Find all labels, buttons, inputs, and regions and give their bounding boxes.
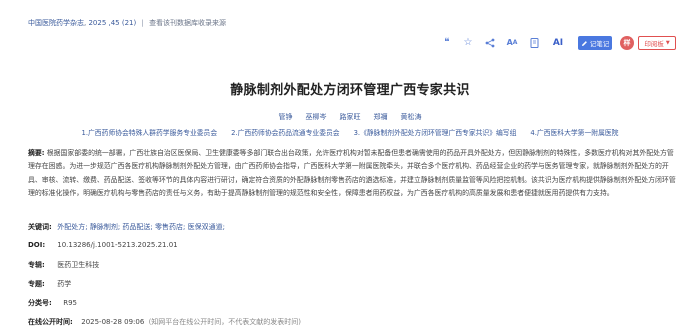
publish-time-value: 2025-08-28 09:06 xyxy=(81,318,145,326)
affiliation-link[interactable]: 2.广西药师协会药品流通专业委员会 xyxy=(231,127,339,137)
author-link[interactable]: 路家旺 xyxy=(340,112,361,122)
classification-value: R95 xyxy=(63,299,78,307)
database-source-link[interactable]: 查看该刊数据库收录来源 xyxy=(149,19,226,27)
series-label: 专辑: xyxy=(28,261,45,269)
affiliation-list: 1.广西药师协会特殊人群药学服务专业委员会 2.广西药师协会药品流通专业委员会 … xyxy=(0,127,700,137)
keyword-link[interactable]: 外配处方; xyxy=(57,223,87,231)
reading-board-button[interactable]: 印阅板 ▼ xyxy=(638,36,676,50)
breadcrumb: 中国医院药学杂志, 2025 ,45 (21) | 查看该刊数据库收录来源 xyxy=(28,19,227,27)
quote-icon[interactable]: ❝ xyxy=(440,36,454,50)
doi-label: DOI: xyxy=(28,241,46,249)
author-list: 管铮 巫柳岑 路家旺 郑禰 黄松涛 xyxy=(0,112,700,122)
abstract-label: 摘要: xyxy=(28,149,45,157)
topic-row: 专题: 药学 xyxy=(28,279,71,289)
chevron-down-icon: ▼ xyxy=(665,40,670,46)
keywords-label: 关键词: xyxy=(28,223,52,231)
publish-time-label: 在线公开时间: xyxy=(28,318,73,326)
keyword-link[interactable]: 静脉制剂; xyxy=(90,223,120,231)
star-icon[interactable]: ☆ xyxy=(461,36,475,50)
series-row: 专辑: 医药卫生科技 xyxy=(28,260,99,270)
ai-icon[interactable]: AI xyxy=(551,36,565,50)
author-link[interactable]: 黄松涛 xyxy=(401,112,422,122)
affiliation-link[interactable]: 1.广西药师协会特殊人群药学服务专业委员会 xyxy=(82,127,218,137)
doi-value: 10.13286/j.1001-5213.2025.21.01 xyxy=(57,241,178,249)
classification-row: 分类号: R95 xyxy=(28,298,77,308)
keyword-link[interactable]: 药品配送; xyxy=(122,223,152,231)
doi-row: DOI: 10.13286/j.1001-5213.2025.21.01 xyxy=(28,241,178,249)
article-toolbar: ❝ ☆ AA AI 记笔记 样 印阅板 ▼ xyxy=(0,36,700,50)
font-size-icon[interactable]: AA xyxy=(505,36,519,50)
share-icon[interactable] xyxy=(483,36,497,50)
abstract-text: 根据国家部委的统一部署，广西壮族自治区医保局、卫生健康委等多部门联合出台政策，允… xyxy=(28,149,676,198)
keywords-row: 关键词: 外配处方; 静脉制剂; 药品配送; 零售药店; 医保双通道; xyxy=(28,222,225,232)
article-title: 静脉制剂外配处方闭环管理广西专家共识 xyxy=(230,83,470,98)
take-note-button[interactable]: 记笔记 xyxy=(578,36,612,50)
take-note-label: 记笔记 xyxy=(589,40,610,48)
bookmark-icon[interactable] xyxy=(527,36,541,50)
keyword-link[interactable]: 零售药店; xyxy=(155,223,185,231)
classification-label: 分类号: xyxy=(28,299,52,307)
author-link[interactable]: 巫柳岑 xyxy=(306,112,327,122)
topic-value: 药学 xyxy=(57,280,72,288)
keyword-link[interactable]: 医保双通道; xyxy=(188,223,225,231)
issue-link[interactable]: 2025 ,45 (21) xyxy=(88,19,136,27)
affiliation-link[interactable]: 4.广西医科大学第一附属医院 xyxy=(530,127,618,137)
reading-board-label: 印阅板 xyxy=(644,40,664,48)
series-value: 医药卫生科技 xyxy=(57,261,100,269)
pen-icon xyxy=(581,40,587,46)
journal-link[interactable]: 中国医院药学杂志 xyxy=(28,19,84,27)
publish-time-row: 在线公开时间: 2025-08-28 09:06 (知网平台在线公开时间，不代表… xyxy=(28,317,301,327)
author-link[interactable]: 管铮 xyxy=(279,112,293,122)
avatar[interactable]: 样 xyxy=(620,36,634,50)
abstract: 摘要: 根据国家部委的统一部署，广西壮族自治区医保局、卫生健康委等多部门联合出台… xyxy=(28,147,678,201)
publish-time-note: (知网平台在线公开时间，不代表文献的发表时间) xyxy=(148,318,302,326)
breadcrumb-separator: | xyxy=(141,19,144,27)
topic-label: 专题: xyxy=(28,280,45,288)
affiliation-link[interactable]: 3.《静脉制剂外配处方闭环管理广西专家共识》编写组 xyxy=(354,127,517,137)
author-link[interactable]: 郑禰 xyxy=(374,112,388,122)
